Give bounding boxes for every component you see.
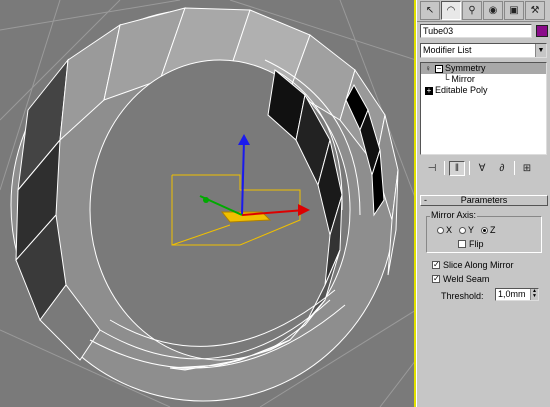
radio-label: Y — [468, 225, 475, 235]
object-name-field[interactable]: Tube03 — [420, 24, 532, 38]
radio-label: Z — [490, 225, 496, 235]
modifier-stack[interactable]: ♀ − Symmetry └ Mirror + Editable Poly — [420, 62, 547, 155]
mirror-axis-label: Mirror Axis: — [430, 210, 477, 220]
rollout-title: Parameters — [460, 195, 508, 205]
chevron-down-icon[interactable]: ▼ — [535, 44, 546, 57]
stack-item-editable-poly[interactable]: + Editable Poly — [421, 85, 546, 96]
spinner-arrows-icon[interactable]: ▲ ▼ — [530, 289, 538, 300]
slice-along-mirror-checkbox[interactable]: ✓ Slice Along Mirror — [432, 260, 514, 270]
command-panel-tabs: ↖ ◠ ⚲ ◉ ▣ ⚒ — [417, 0, 550, 22]
stack-item-label: Symmetry — [445, 63, 486, 73]
stack-item-mirror[interactable]: └ Mirror — [421, 74, 546, 85]
checkbox-label: Weld Seam — [443, 274, 490, 284]
radio-axis-z[interactable]: Z — [481, 225, 496, 235]
mirror-axis-group: Mirror Axis: X Y Z Flip — [426, 210, 542, 253]
checkbox-box[interactable] — [458, 240, 466, 248]
checkbox-label: Slice Along Mirror — [443, 260, 514, 270]
make-unique-icon[interactable]: ∀ — [474, 161, 490, 176]
hierarchy-icon[interactable]: ⚲ — [462, 1, 482, 20]
stack-item-label: Mirror — [451, 74, 475, 84]
modify-icon[interactable]: ◠ — [441, 1, 461, 20]
configure-sets-icon[interactable]: ⊞ — [519, 161, 535, 176]
checkbox-box[interactable]: ✓ — [432, 275, 440, 283]
threshold-label: Threshold: — [441, 291, 484, 301]
lightbulb-icon[interactable]: ♀ — [425, 64, 433, 73]
modifier-list-label: Modifier List — [423, 45, 472, 55]
checkbox-box[interactable]: ✓ — [432, 261, 440, 269]
pin-stack-icon[interactable]: ⊣ — [424, 161, 440, 176]
stack-item-label: Editable Poly — [435, 85, 488, 95]
app-window: ↖ ◠ ⚲ ◉ ▣ ⚒ Tube03 Modifier List ▼ ♀ − S… — [0, 0, 550, 407]
stack-toolbar: ⊣ ‖ ∀ ∂ ⊞ — [420, 159, 548, 177]
flip-checkbox[interactable]: Flip — [458, 239, 484, 249]
mirror-axis-radios: X Y Z — [437, 225, 496, 235]
stack-item-symmetry[interactable]: ♀ − Symmetry — [421, 63, 546, 74]
parameters-rollout-header[interactable]: - Parameters — [420, 195, 548, 206]
perspective-viewport[interactable] — [0, 0, 416, 407]
checkbox-label: Flip — [469, 239, 484, 249]
tree-branch-icon: └ — [443, 74, 450, 84]
toolbar-divider — [444, 161, 445, 175]
toolbar-divider — [469, 161, 470, 175]
radio-axis-y[interactable]: Y — [459, 225, 474, 235]
threshold-spinner[interactable]: 1,0mm ▲ ▼ — [495, 288, 539, 301]
rollout-collapse-icon: - — [424, 195, 427, 205]
weld-seam-checkbox[interactable]: ✓ Weld Seam — [432, 274, 489, 284]
viewport-scene — [0, 0, 414, 407]
motion-icon[interactable]: ◉ — [483, 1, 503, 20]
object-color-swatch[interactable] — [536, 25, 548, 37]
collapse-icon[interactable]: − — [435, 64, 443, 73]
radio-dot[interactable] — [459, 226, 467, 234]
radio-dot[interactable] — [437, 226, 444, 234]
expand-icon[interactable]: + — [425, 86, 433, 95]
pointer-icon[interactable]: ↖ — [420, 1, 440, 20]
show-end-result-icon[interactable]: ‖ — [449, 160, 465, 176]
display-icon[interactable]: ▣ — [504, 1, 524, 20]
radio-dot[interactable] — [481, 226, 489, 234]
modifier-list-dropdown[interactable]: Modifier List ▼ — [420, 43, 547, 58]
radio-axis-x[interactable]: X — [437, 225, 452, 235]
remove-modifier-icon[interactable]: ∂ — [494, 161, 510, 176]
radio-label: X — [446, 225, 453, 235]
toolbar-divider — [514, 161, 515, 175]
utilities-icon[interactable]: ⚒ — [525, 1, 545, 20]
command-panel: ↖ ◠ ⚲ ◉ ▣ ⚒ Tube03 Modifier List ▼ ♀ − S… — [416, 0, 550, 407]
threshold-value: 1,0mm — [498, 289, 526, 299]
